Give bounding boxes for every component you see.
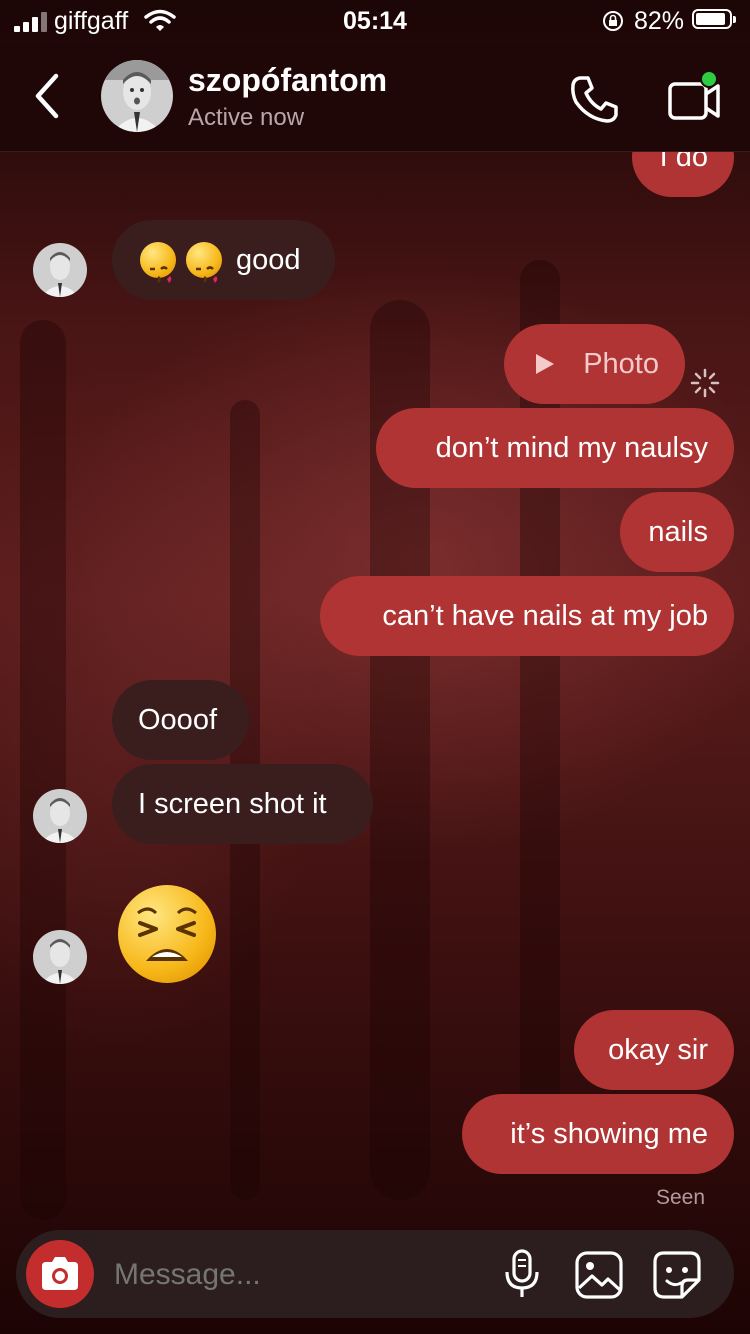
message-text: I screen shot it — [138, 788, 327, 820]
play-icon — [536, 354, 554, 374]
camera-icon — [42, 1257, 78, 1290]
online-indicator — [700, 70, 718, 88]
microphone-icon[interactable] — [502, 1248, 542, 1300]
status-bar: giffgaff 05:14 82% — [0, 0, 750, 44]
message-list[interactable]: I do good Photo don’t mind my naulsy nai… — [0, 152, 750, 1226]
message-text: Oooof — [138, 704, 217, 736]
message-text: nails — [648, 516, 708, 548]
avatar[interactable] — [33, 243, 87, 297]
message-bubble[interactable]: I screen shot it — [112, 764, 373, 844]
kissing-face-heart-icon — [186, 242, 222, 283]
message-text: okay sir — [608, 1034, 708, 1066]
video-call-button[interactable] — [664, 70, 724, 126]
chat-header: szopófantom Active now — [0, 44, 750, 152]
message-bubble[interactable]: can’t have nails at my job — [320, 576, 734, 656]
active-status: Active now — [188, 104, 305, 131]
message-text: don’t mind my naulsy — [435, 432, 708, 464]
message-text: Photo — [583, 348, 659, 380]
avatar[interactable] — [33, 930, 87, 984]
message-bubble[interactable]: nails — [620, 492, 734, 572]
sticker-icon[interactable] — [652, 1250, 702, 1300]
message-bubble[interactable]: I do — [632, 152, 734, 197]
orientation-lock-icon — [603, 11, 623, 31]
message-text: it’s showing me — [510, 1118, 708, 1150]
chevron-left-icon[interactable] — [28, 70, 68, 122]
message-text: can’t have nails at my job — [382, 600, 708, 632]
image-icon[interactable] — [574, 1250, 624, 1300]
battery-icon — [692, 9, 736, 29]
message-text: I do — [659, 152, 708, 173]
message-text: good — [236, 244, 301, 276]
message-bubble[interactable]: okay sir — [574, 1010, 734, 1090]
message-bubble[interactable]: good — [112, 220, 335, 300]
phone-icon[interactable] — [568, 72, 622, 126]
camera-button[interactable] — [26, 1240, 94, 1308]
avatar[interactable] — [101, 60, 173, 132]
message-input[interactable] — [112, 1230, 486, 1320]
kissing-face-heart-icon — [140, 242, 176, 283]
message-bubble[interactable]: Oooof — [112, 680, 249, 760]
message-bubble[interactable]: don’t mind my naulsy — [376, 408, 734, 488]
loading-spinner-icon — [690, 368, 720, 398]
seen-indicator: Seen — [656, 1186, 706, 1209]
contact-name[interactable]: szopófantom — [188, 62, 387, 99]
message-composer — [16, 1230, 734, 1320]
avatar[interactable] — [33, 789, 87, 843]
battery-percent: 82% — [634, 7, 685, 35]
photo-message[interactable]: Photo — [504, 324, 685, 404]
weary-face-icon[interactable] — [118, 885, 216, 983]
message-bubble[interactable]: it’s showing me — [462, 1094, 734, 1174]
